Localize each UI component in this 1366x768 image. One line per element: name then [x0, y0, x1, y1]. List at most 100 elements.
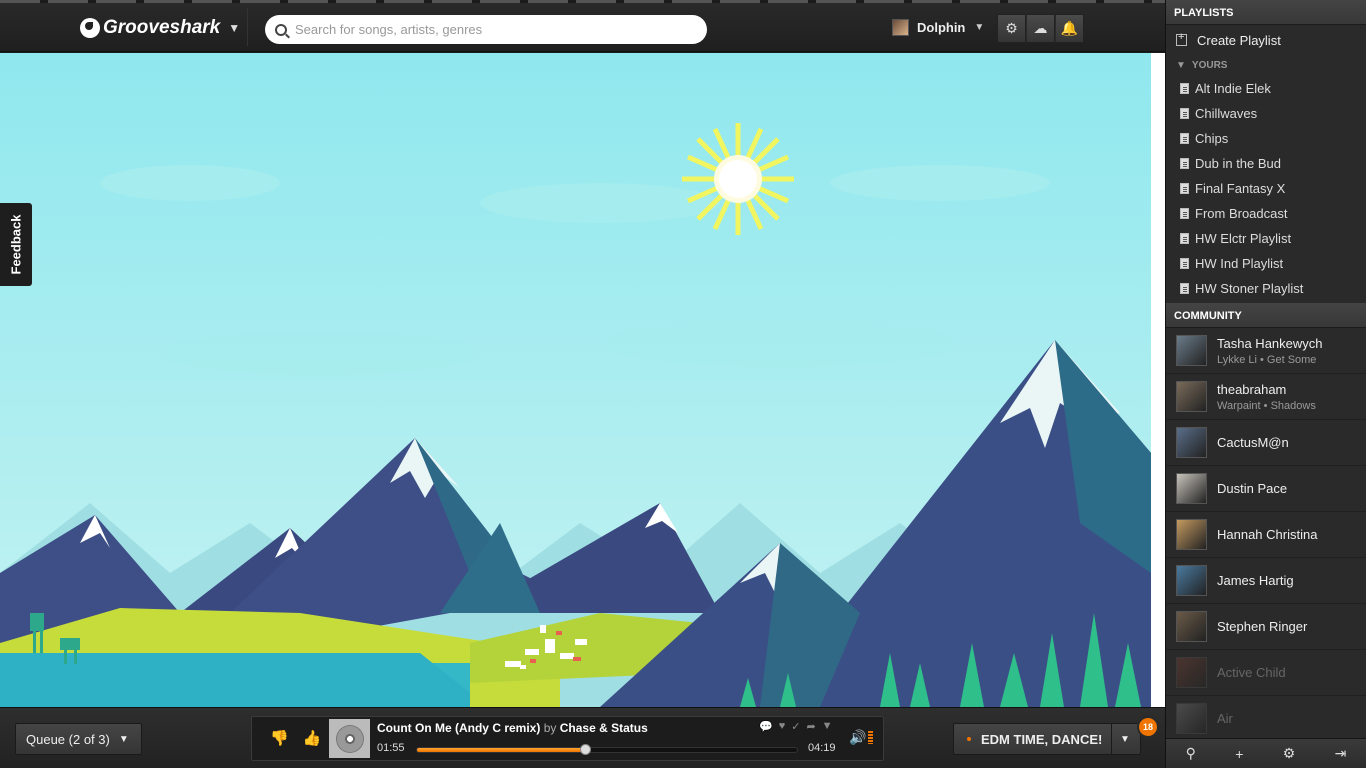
progress-handle[interactable] [579, 744, 591, 755]
artist-name[interactable]: Chase & Status [560, 721, 648, 735]
settings-button[interactable]: ⚙ [997, 14, 1026, 43]
share-icon[interactable]: ➦ [806, 720, 815, 733]
time-total: 04:19 [808, 742, 836, 754]
thumbs-down-icon[interactable]: 👎 [270, 729, 289, 747]
time-elapsed: 01:55 [377, 742, 405, 754]
gear-icon[interactable]: ⚙ [1283, 745, 1296, 762]
logo-text: Grooveshark [103, 17, 221, 38]
playlist-icon [1180, 133, 1189, 144]
playlist-label: HW Ind Playlist [1195, 256, 1284, 271]
avatar [1176, 381, 1207, 412]
sidebar-toggle-icon[interactable]: ⇥ [1335, 745, 1347, 762]
community-item[interactable]: theabraham Warpaint • Shadows [1166, 374, 1366, 420]
avatar [1176, 565, 1207, 596]
create-playlist-button[interactable]: Create Playlist [1166, 25, 1366, 55]
player-bar: Queue (2 of 3) ▼ 👎 👍 Count On Me (Andy C… [0, 707, 1165, 768]
chevron-down-icon[interactable]: ▼ [822, 720, 833, 733]
station-label: EDM TIME, DANCE! [981, 731, 1103, 747]
heart-icon[interactable]: ♥ [779, 720, 786, 733]
playlist-icon [1180, 233, 1189, 244]
chevron-down-icon: ▼ [228, 21, 241, 35]
user-name: Dolphin [917, 20, 966, 35]
playlist-label: Chips [1195, 131, 1229, 146]
community-section: COMMUNITY Tasha Hankewych Lykke Li • Get … [1166, 303, 1366, 742]
playlist-label: Dub in the Bud [1195, 156, 1282, 171]
chevron-down-icon[interactable]: ▼ [1120, 734, 1130, 745]
community-name: James Hartig [1217, 573, 1294, 588]
feedback-label: Feedback [8, 214, 24, 275]
notifications-button[interactable]: 🔔 [1055, 14, 1084, 43]
upload-button[interactable]: ☁ [1026, 14, 1055, 43]
queue-button[interactable]: Queue (2 of 3) ▼ [15, 723, 142, 755]
song-title[interactable]: Count On Me (Andy C remix) [377, 721, 540, 735]
thumbs-up-icon[interactable]: 👍 [303, 729, 322, 747]
tab-strip [0, 0, 1165, 3]
playlist-item[interactable]: HW Elctr Playlist [1166, 226, 1366, 251]
grooveshark-logo-icon [80, 18, 100, 38]
playlist-icon [1180, 158, 1189, 169]
top-bar: Grooveshark ▼ Dolphin ▼ ⚙ ☁ 🔔 [0, 0, 1165, 52]
search-input[interactable] [295, 22, 685, 37]
playlist-item[interactable]: Final Fantasy X [1166, 176, 1366, 201]
playlist-icon [1180, 183, 1189, 194]
avatar [1176, 657, 1207, 688]
volume-control[interactable]: 🔊 [849, 729, 874, 746]
playlist-item[interactable]: Alt Indie Elek [1166, 76, 1366, 101]
avatar [1176, 703, 1207, 734]
playlist-item[interactable]: Chips [1166, 126, 1366, 151]
community-name: Active Child [1217, 665, 1286, 680]
playlist-item[interactable]: Chillwaves [1166, 101, 1366, 126]
speaker-icon: 🔊 [849, 729, 867, 745]
avatar [1176, 519, 1207, 550]
community-item[interactable]: Tasha Hankewych Lykke Li • Get Some [1166, 328, 1366, 374]
status-dot [967, 737, 971, 741]
playlist-icon [1180, 83, 1189, 94]
divider [1111, 723, 1112, 755]
scroll-gutter [1151, 53, 1165, 707]
right-sidebar: PLAYLISTS Create Playlist ▼ YOURS Alt In… [1165, 0, 1366, 768]
community-activity: Warpaint • Shadows [1217, 399, 1316, 412]
search-bar[interactable] [265, 15, 707, 44]
chevron-down-icon: ▼ [974, 22, 985, 33]
playlist-item[interactable]: From Broadcast [1166, 201, 1366, 226]
community-item[interactable]: Stephen Ringer [1166, 604, 1366, 650]
playlist-item[interactable]: HW Stoner Playlist [1166, 276, 1366, 301]
album-art[interactable] [329, 719, 370, 758]
avatar [1176, 611, 1207, 642]
playlist-item[interactable]: Dub in the Bud [1166, 151, 1366, 176]
cloud-upload-icon: ☁ [1033, 20, 1048, 36]
station-button[interactable]: EDM TIME, DANCE! ▼ [953, 723, 1141, 755]
user-menu[interactable]: Dolphin ▼ [892, 19, 984, 36]
notification-badge[interactable]: 18 [1137, 716, 1159, 738]
community-name: Dustin Pace [1217, 481, 1288, 496]
yours-label: YOURS [1191, 60, 1228, 71]
community-header[interactable]: COMMUNITY [1166, 303, 1366, 328]
background-illustration [0, 53, 1151, 707]
checkmark-icon[interactable]: ✓ [791, 720, 800, 733]
community-name: Hannah Christina [1217, 527, 1318, 542]
community-item[interactable]: Hannah Christina [1166, 512, 1366, 558]
playlist-item[interactable]: HW Ind Playlist [1166, 251, 1366, 276]
grooveshark-logo[interactable]: Grooveshark ▼ [80, 17, 240, 39]
volume-level [868, 731, 874, 744]
community-item[interactable]: Dustin Pace [1166, 466, 1366, 512]
feedback-tab[interactable]: Feedback [0, 203, 32, 286]
search-icon[interactable]: ⚲ [1186, 745, 1196, 762]
by-label: by [543, 721, 557, 735]
plus-icon[interactable]: + [1235, 746, 1243, 762]
playlist-icon [1180, 108, 1189, 119]
new-playlist-icon [1176, 31, 1187, 46]
avatar [1176, 427, 1207, 458]
community-name: Air [1217, 711, 1233, 726]
yours-section-toggle[interactable]: ▼ YOURS [1166, 55, 1366, 76]
mountain-landscape [0, 53, 1151, 707]
sun-icon [682, 123, 794, 235]
song-actions: 💬 ♥ ✓ ➦ ▼ [759, 720, 833, 733]
community-item[interactable]: Active Child [1166, 650, 1366, 696]
community-item[interactable]: James Hartig [1166, 558, 1366, 604]
community-item[interactable]: Air [1166, 696, 1366, 742]
community-item[interactable]: CactusM@n [1166, 420, 1366, 466]
vinyl-disc-icon [335, 724, 364, 753]
progress-bar[interactable] [416, 744, 798, 755]
comment-icon[interactable]: 💬 [759, 720, 773, 733]
